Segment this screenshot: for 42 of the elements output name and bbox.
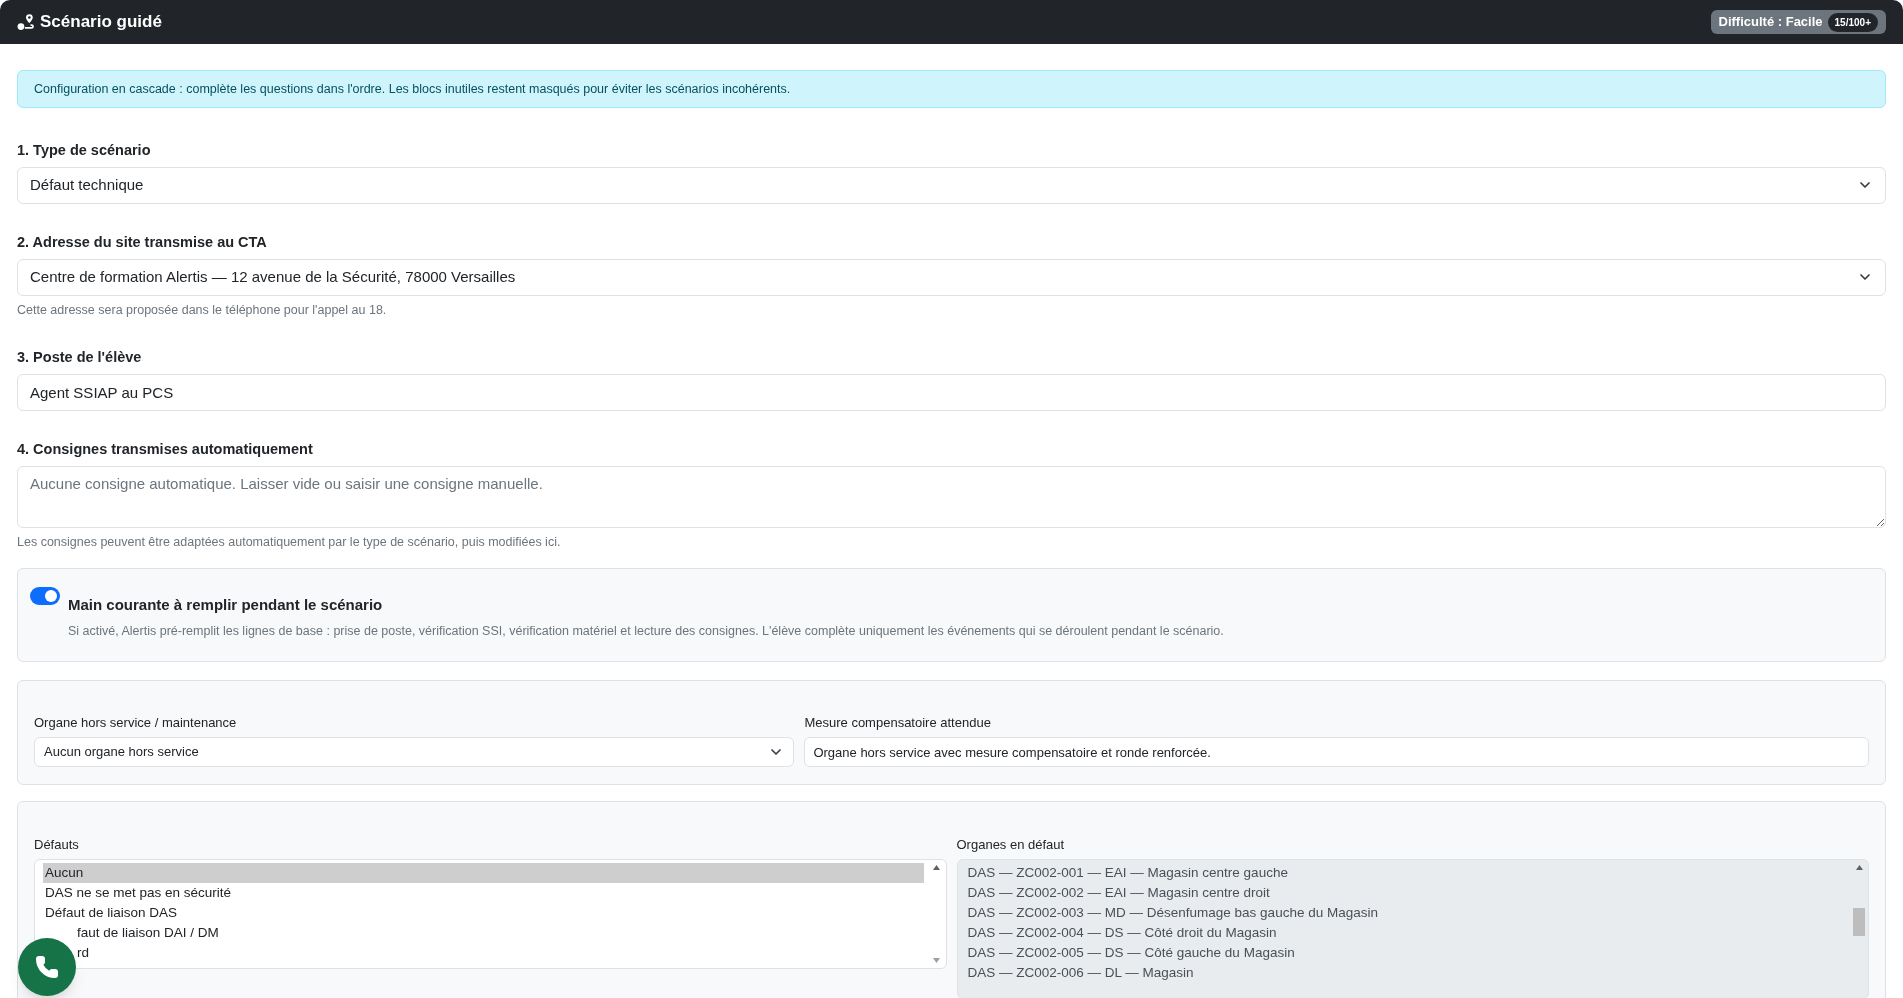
toggle-description: Si activé, Alertis pré-remplit les lignes de base : prise de poste, vérification SSI, vérification matériel et lecture des consignes. L'élève complète uniquement les événements qui se déroulent pendant le scénario. bbox=[68, 623, 1224, 640]
phone-icon bbox=[35, 955, 59, 979]
info-alert: Configuration en cascade : complète les questions dans l'ordre. Les blocs inutiles restent masqués pour éviter les scénarios incohérents. bbox=[17, 70, 1886, 108]
field-label: 2. Adresse du site transmise au CTA bbox=[17, 232, 268, 252]
input-field[interactable]: Organe hors service avec mesure compensatoire et ronde renforcée. bbox=[804, 737, 1869, 767]
list-box[interactable]: Aucun DAS ne se met pas en sécurité Défaut de liaison DAS faut de liaison DAI / DM rd bbox=[34, 859, 947, 969]
header-title: Scénario guidé bbox=[40, 11, 162, 34]
select-field[interactable]: Défaut technique bbox=[17, 166, 1886, 204]
field-label: 4. Consignes transmises automatiquement bbox=[17, 440, 314, 459]
help-text: Cette adresse sera proposée dans le téléphone pour l'appel au 18. bbox=[17, 301, 388, 319]
textarea-field[interactable]: Aucune consigne automatique. Laisser vide ou saisir une consigne manuelle. bbox=[17, 465, 1886, 528]
list-option[interactable]: DAS — ZC002-004 — DS — Côté droit du Magasin bbox=[967, 925, 1277, 940]
score-badge: 15/100+ bbox=[1827, 12, 1878, 32]
list-option[interactable]: Défaut de liaison DAS bbox=[45, 905, 178, 920]
field-label: Mesure compensatoire attendue bbox=[804, 713, 992, 732]
scroll-up-icon bbox=[933, 865, 940, 870]
list-option[interactable]: DAS — ZC002-006 — DL — Magasin bbox=[967, 965, 1194, 980]
select-field[interactable]: Centre de formation Alertis — 12 avenue de la Sécurité, 78000 Versailles bbox=[17, 258, 1886, 296]
list-box[interactable] bbox=[956, 859, 1869, 998]
help-text: Les consignes peuvent être adaptées automatiquement par le type de scénario, puis modifiées ici. bbox=[17, 533, 562, 551]
list-option[interactable]: DAS — ZC002-002 — EAI — Magasin centre droit bbox=[967, 885, 1270, 900]
toggle-switch[interactable] bbox=[30, 586, 60, 605]
list-option[interactable]: DAS — ZC002-001 — EAI — Magasin centre gauche bbox=[967, 865, 1288, 880]
toggle-title: Main courante à remplir pendant le scénario bbox=[68, 594, 384, 615]
scroll-down-icon bbox=[933, 958, 940, 963]
list-option[interactable]: DAS — ZC002-003 — MD — Désenfumage bas gauche du Magasin bbox=[967, 905, 1378, 920]
field-label: Défauts bbox=[34, 835, 80, 854]
list-option[interactable]: DAS — ZC002-005 — DS — Côté gauche du Magasin bbox=[967, 945, 1295, 960]
list-option[interactable]: rd bbox=[77, 945, 89, 960]
scroll-thumb[interactable] bbox=[1853, 908, 1865, 936]
list-option[interactable]: faut de liaison DAI / DM bbox=[77, 925, 219, 940]
select-field[interactable]: Aucun organe hors service bbox=[34, 737, 795, 767]
list-option[interactable]: Aucun bbox=[45, 865, 84, 880]
field-label: 1. Type de scénario bbox=[17, 141, 152, 160]
input-field[interactable]: Agent SSIAP au PCS bbox=[17, 374, 1886, 411]
field-label: Organe hors service / maintenance bbox=[34, 713, 238, 732]
field-label: 3. Poste de l'élève bbox=[17, 348, 143, 368]
list-option[interactable]: DAS ne se met pas en sécurité bbox=[45, 885, 232, 900]
route-icon bbox=[17, 13, 35, 31]
scroll-up-icon bbox=[1855, 865, 1863, 870]
difficulty-label: Difficulté : Facile bbox=[1718, 13, 1823, 32]
field-label: Organes en défaut bbox=[956, 835, 1066, 854]
